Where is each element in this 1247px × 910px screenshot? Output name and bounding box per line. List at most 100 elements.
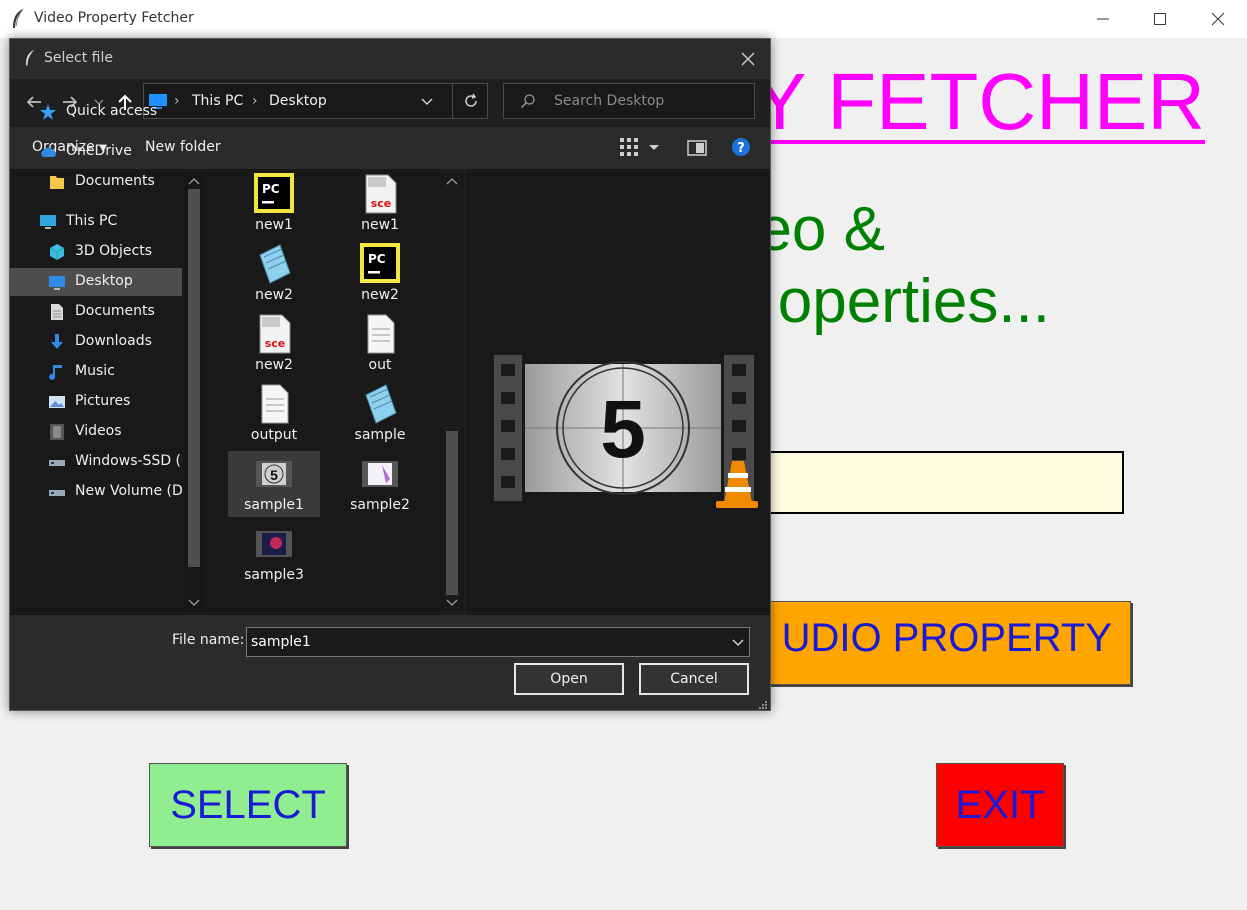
scroll-up-icon[interactable] bbox=[187, 175, 201, 187]
notepad-icon bbox=[259, 244, 291, 284]
close-icon bbox=[1211, 12, 1225, 26]
video-thumb-icon bbox=[362, 461, 398, 487]
file-item[interactable]: new2 bbox=[228, 241, 320, 307]
preview-pane: 5 bbox=[466, 169, 770, 615]
nav-item[interactable]: Documents bbox=[10, 168, 182, 196]
search-placeholder: Search Desktop bbox=[554, 93, 665, 109]
window-title: Video Property Fetcher bbox=[34, 10, 194, 26]
subtitle-line-1: eo & bbox=[760, 195, 885, 264]
audio-property-label: UDIO PROPERTY bbox=[781, 616, 1112, 660]
help-icon[interactable]: ? bbox=[731, 137, 751, 157]
svg-text:?: ? bbox=[737, 141, 745, 156]
feather-icon bbox=[13, 8, 24, 28]
cancel-button[interactable]: Cancel bbox=[639, 663, 749, 695]
open-button[interactable]: Open bbox=[514, 663, 624, 695]
breadcrumb-separator: › bbox=[252, 93, 258, 109]
nav-item-label: OneDrive bbox=[66, 143, 132, 159]
file-item[interactable]: output bbox=[228, 381, 320, 447]
nav-item[interactable]: Quick access bbox=[10, 98, 182, 126]
file-item[interactable]: sce new2 bbox=[228, 311, 320, 377]
preview-pane-icon[interactable] bbox=[687, 140, 707, 156]
file-item[interactable]: out bbox=[334, 311, 426, 377]
star-icon bbox=[40, 104, 56, 120]
file-scroll-thumb[interactable] bbox=[446, 431, 458, 595]
cloud-icon bbox=[41, 147, 56, 157]
nav-item[interactable]: New Volume (D: bbox=[10, 478, 182, 506]
search-box[interactable]: Search Desktop bbox=[503, 83, 755, 119]
nav-item[interactable]: This PC bbox=[10, 208, 182, 236]
file-item[interactable]: sce new1 bbox=[334, 171, 426, 237]
subtitle-line-2: operties... bbox=[777, 267, 1050, 336]
close-button[interactable] bbox=[1195, 4, 1241, 34]
file-list-pane: ipnew1PCnew1scenew1new2PCnew2scenew2outo… bbox=[206, 169, 464, 615]
nav-item-label: This PC bbox=[66, 213, 118, 229]
nav-item-label: Pictures bbox=[75, 393, 131, 409]
refresh-button[interactable] bbox=[452, 84, 488, 118]
breadcrumb-desktop[interactable]: Desktop bbox=[269, 93, 327, 109]
view-grid-icon[interactable] bbox=[619, 137, 639, 157]
drive-icon bbox=[49, 460, 65, 466]
nav-item[interactable]: Documents bbox=[10, 298, 182, 326]
file-item-label: new2 bbox=[361, 287, 399, 303]
nav-item[interactable]: OneDrive bbox=[10, 138, 182, 166]
scroll-down-icon[interactable] bbox=[187, 597, 201, 609]
nav-item[interactable]: Desktop bbox=[10, 268, 182, 296]
pycharm-icon: PC bbox=[254, 173, 294, 213]
file-item-label: new2 bbox=[255, 287, 293, 303]
file-item[interactable]: sample bbox=[334, 381, 426, 447]
file-item[interactable]: PC new2 bbox=[334, 241, 426, 307]
music-icon bbox=[49, 365, 62, 380]
minimize-icon bbox=[1097, 18, 1109, 20]
nav-item[interactable]: Windows-SSD (C bbox=[10, 448, 182, 476]
address-bar[interactable]: › This PC › Desktop bbox=[143, 83, 488, 119]
nav-item[interactable]: Pictures bbox=[10, 388, 182, 416]
file-scrollbar[interactable] bbox=[442, 169, 462, 615]
feather-icon bbox=[25, 49, 35, 66]
file-item[interactable]: 5 sample1 bbox=[228, 451, 320, 517]
video-preview-image: 5 bbox=[494, 355, 758, 508]
address-dropdown-icon[interactable] bbox=[420, 94, 434, 108]
nav-item[interactable]: Music bbox=[10, 358, 182, 386]
scroll-up-icon[interactable] bbox=[445, 175, 459, 187]
file-item[interactable]: sample3 bbox=[228, 521, 320, 587]
file-name-input[interactable] bbox=[246, 627, 750, 657]
app-subtitle: eo & operties... bbox=[760, 195, 1247, 345]
minimize-button[interactable] bbox=[1080, 4, 1126, 34]
nav-item[interactable]: Downloads bbox=[10, 328, 182, 356]
path-entry[interactable] bbox=[740, 451, 1124, 514]
nav-item-label: Quick access bbox=[66, 103, 158, 119]
document-icon bbox=[51, 304, 63, 320]
maximize-button[interactable] bbox=[1137, 4, 1183, 34]
file-name-dropdown-icon[interactable] bbox=[731, 637, 745, 649]
file-item-label: sample2 bbox=[350, 497, 410, 513]
cube-icon bbox=[49, 244, 65, 260]
scroll-down-icon[interactable] bbox=[445, 597, 459, 609]
dialog-titlebar: Select file bbox=[10, 39, 770, 79]
exit-button[interactable]: EXIT bbox=[936, 763, 1064, 847]
nav-item-label: Videos bbox=[75, 423, 122, 439]
desktop-icon bbox=[49, 276, 65, 290]
nav-item[interactable]: 3D Objects bbox=[10, 238, 182, 266]
dialog-close-icon[interactable] bbox=[738, 49, 758, 69]
nav-item-label: Windows-SSD (C bbox=[75, 453, 182, 469]
file-item[interactable]: PC new1 bbox=[228, 171, 320, 237]
file-name-label: File name: bbox=[172, 632, 245, 648]
nav-scrollbar[interactable] bbox=[184, 169, 204, 615]
breadcrumb-this-pc[interactable]: This PC bbox=[192, 93, 243, 109]
nav-item-label: 3D Objects bbox=[75, 243, 153, 259]
navigation-pane: Quick access OneDrive Documents This PC 3D O… bbox=[10, 103, 206, 615]
nav-item[interactable]: Videos bbox=[10, 418, 182, 446]
nav-scroll-thumb[interactable] bbox=[188, 189, 200, 567]
nav-item-label: Documents bbox=[75, 173, 155, 189]
download-icon bbox=[51, 334, 63, 349]
view-dropdown-icon[interactable] bbox=[648, 143, 660, 153]
drive-icon bbox=[49, 490, 65, 496]
nav-item-label: Downloads bbox=[75, 333, 152, 349]
svg-text:5: 5 bbox=[270, 467, 278, 483]
file-item[interactable]: sample2 bbox=[334, 451, 426, 517]
audio-property-button[interactable]: UDIO PROPERTY bbox=[740, 601, 1131, 685]
resize-grip-icon[interactable] bbox=[758, 700, 768, 710]
video-dark-icon bbox=[256, 531, 292, 557]
select-button[interactable]: SELECT bbox=[149, 763, 347, 847]
svg-text:sce: sce bbox=[371, 197, 392, 210]
